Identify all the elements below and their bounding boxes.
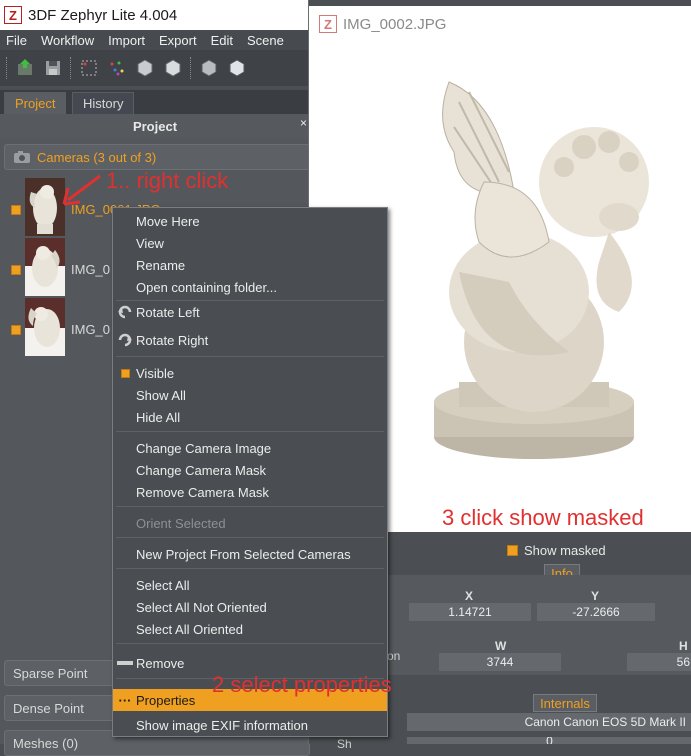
menu-item-label: Rotate Left (136, 304, 200, 320)
side-label: on (387, 649, 401, 663)
camera-label: IMG_0 (71, 262, 111, 277)
camera-thumbnail (25, 238, 65, 296)
menu-item-select-all-not-oriented[interactable]: Select All Not Oriented (113, 596, 387, 618)
panel-title: Project (0, 114, 310, 138)
col-w-header: W (495, 639, 507, 653)
menu-edit[interactable]: Edit (205, 33, 233, 48)
show-masked-check-icon[interactable] (507, 545, 518, 556)
toolbar-separator (6, 57, 8, 79)
menu-item-orient-selected: Orient Selected (136, 515, 226, 531)
bottom-label: Sh (337, 737, 352, 751)
camera-label: IMG_0 (71, 322, 111, 337)
menu-item-open-folder[interactable]: Open containing folder... (113, 276, 387, 298)
toolbar (0, 50, 320, 86)
h-value: 56 (627, 653, 691, 671)
viewer-titlebar: Z IMG_0002.JPG (309, 6, 691, 42)
menu-separator (116, 643, 384, 644)
menu-item-remove[interactable]: Remove (113, 652, 387, 674)
camera-context-menu: Move Here View Rename Open containing fo… (112, 207, 388, 737)
annotation-step3: 3 click show masked (442, 505, 644, 530)
camera-thumbnail (25, 298, 65, 356)
menu-item-move-here[interactable]: Move Here (113, 210, 387, 232)
menu-item-hide-all[interactable]: Hide All (113, 406, 387, 428)
panel-close-icon[interactable]: × (300, 116, 307, 130)
camera-icon (14, 151, 30, 163)
menu-item-select-all-oriented[interactable]: Select All Oriented (113, 618, 387, 640)
camera-checkbox[interactable] (11, 205, 21, 215)
tab-project[interactable]: Project (4, 92, 67, 114)
show-masked-checkbox[interactable]: Show masked (507, 543, 606, 558)
zephyr-logo-icon: Z (319, 15, 337, 33)
panel-tabs: Project History (0, 90, 320, 114)
menu-separator (116, 431, 384, 432)
save-icon[interactable] (42, 57, 64, 79)
menu-item-visible[interactable]: Visible (113, 362, 387, 384)
rotate-right-icon (117, 332, 133, 348)
ellipsis-icon: ··· (118, 692, 132, 708)
menu-separator (116, 356, 384, 357)
cube-icon[interactable] (198, 57, 220, 79)
x-value: 1.14721 (409, 603, 531, 621)
sparse-point-label: Sparse Point (13, 665, 88, 681)
import-icon[interactable] (14, 57, 36, 79)
menu-workflow[interactable]: Workflow (35, 33, 94, 48)
bottom-value: 0 (407, 737, 691, 744)
col-x-header: X (465, 589, 474, 603)
menu-item-label: Visible (136, 365, 175, 381)
menu-export[interactable]: Export (153, 33, 197, 48)
cube-icon[interactable] (162, 57, 184, 79)
cube-icon[interactable] (226, 57, 248, 79)
menu-separator (116, 568, 384, 569)
menu-item-change-camera-mask[interactable]: Change Camera Mask (113, 459, 387, 481)
internals-section-header[interactable]: Internals (533, 694, 597, 712)
menu-item-rotate-left[interactable]: Rotate Left (113, 301, 387, 323)
menu-import[interactable]: Import (102, 33, 145, 48)
y-value: -27.2666 (537, 603, 655, 621)
points-icon[interactable] (106, 57, 128, 79)
camera-checkbox[interactable] (11, 325, 21, 335)
annotation-step1: 1.. right click (106, 168, 229, 193)
w-value: 3744 (439, 653, 561, 671)
cube-icon[interactable] (134, 57, 156, 79)
cameras-group-label: Cameras (3 out of 3) (37, 149, 157, 165)
checkbox-icon (117, 365, 133, 381)
minus-icon (117, 655, 133, 671)
red-arrow-icon (62, 174, 101, 206)
menu-item-rotate-right[interactable]: Rotate Right (113, 329, 387, 351)
cameras-group[interactable]: Cameras (3 out of 3) (4, 144, 310, 170)
menu-item-remove-camera-mask[interactable]: Remove Camera Mask (113, 481, 387, 503)
menu-file[interactable]: File (0, 33, 27, 48)
grid-icon[interactable] (78, 57, 100, 79)
toolbar-separator (70, 57, 72, 79)
menu-item-new-project-from-selected[interactable]: New Project From Selected Cameras (113, 543, 387, 565)
menu-item-label: Remove (136, 655, 185, 671)
toolbar-separator (190, 57, 192, 79)
viewer-title: IMG_0002.JPG (343, 15, 447, 33)
menu-item-label: Properties (136, 692, 196, 708)
col-h-header: H (679, 639, 688, 653)
camera-thumbnail (25, 178, 65, 236)
camera-checkbox[interactable] (11, 265, 21, 275)
tab-history[interactable]: History (72, 92, 135, 114)
menu-item-view[interactable]: View (113, 232, 387, 254)
menu-item-show-all[interactable]: Show All (113, 384, 387, 406)
zephyr-logo-icon: Z (4, 6, 22, 24)
menu-item-rename[interactable]: Rename (113, 254, 387, 276)
menu-scene[interactable]: Scene (241, 33, 284, 48)
camera-model-value: Canon Canon EOS 5D Mark II (407, 713, 691, 731)
menu-item-select-all[interactable]: Select All (113, 574, 387, 596)
rotate-left-icon (117, 304, 133, 320)
menu-item-label: Rotate Right (136, 332, 209, 348)
menu-separator (116, 506, 384, 507)
dense-point-label: Dense Point (13, 700, 84, 716)
menubar: File Workflow Import Export Edit Scene (0, 30, 320, 50)
menu-item-show-exif[interactable]: Show image EXIF information (113, 714, 387, 736)
meshes-label: Meshes (0) (13, 735, 79, 751)
app-title: 3DF Zephyr Lite 4.004 (28, 6, 178, 24)
show-masked-label: Show masked (524, 543, 606, 558)
annotation-step2: 2 select properties (212, 672, 392, 697)
menu-separator (116, 537, 384, 538)
col-y-header: Y (591, 589, 600, 603)
menu-item-change-camera-image[interactable]: Change Camera Image (113, 437, 387, 459)
